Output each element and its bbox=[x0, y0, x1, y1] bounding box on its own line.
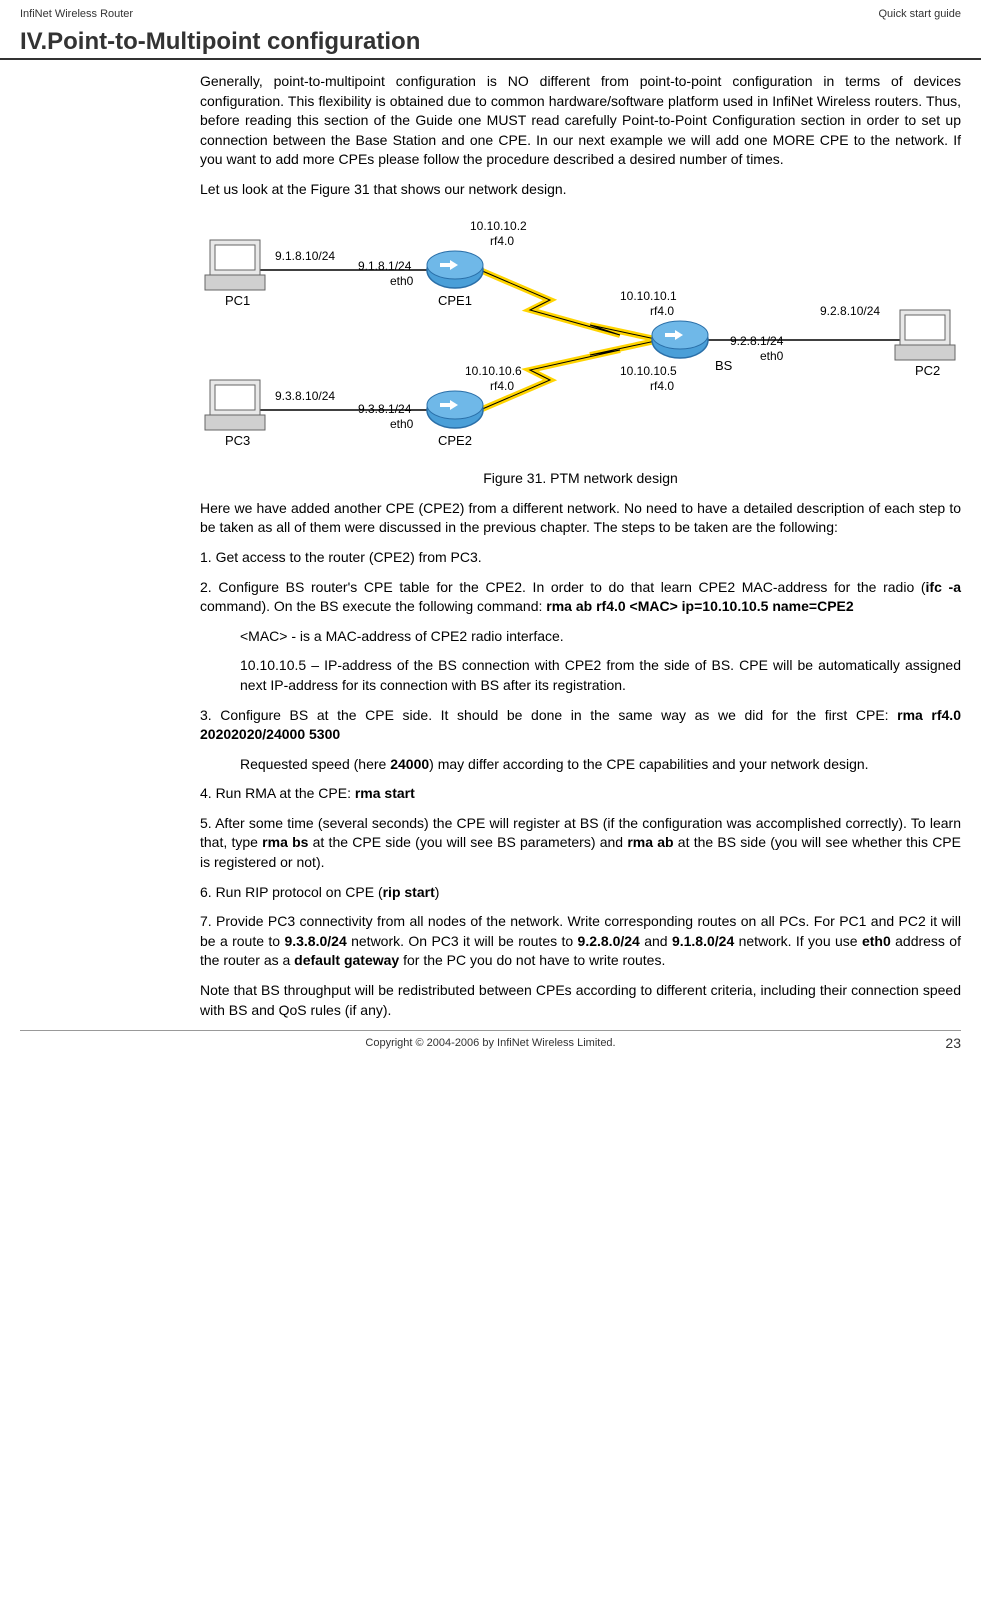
eth0-label-2: eth0 bbox=[760, 349, 784, 363]
cpe2-label: CPE2 bbox=[438, 433, 472, 448]
page-header: InfiNet Wireless Router Quick start guid… bbox=[0, 0, 981, 24]
ip-pc2: 9.2.8.10/24 bbox=[820, 304, 880, 318]
step-7: 7. Provide PC3 connectivity from all nod… bbox=[200, 912, 961, 971]
speed-value: 24000 bbox=[390, 756, 429, 772]
page-footer: Copyright © 2004-2006 by InfiNet Wireles… bbox=[0, 1031, 981, 1061]
step-2: 2. Configure BS router's CPE table for t… bbox=[200, 578, 961, 617]
step-3: 3. Configure BS at the CPE side. It shou… bbox=[200, 706, 961, 745]
figure-network-diagram: PC1 9.1.8.10/24 CPE1 9.1.8.1/24 eth0 10.… bbox=[200, 210, 961, 489]
paragraph-intro: Generally, point-to-multipoint configura… bbox=[200, 72, 961, 170]
ip-bs-rf-top: 10.10.10.1 bbox=[620, 289, 677, 303]
cpe1-label: CPE1 bbox=[438, 293, 472, 308]
rf40-label-3: rf4.0 bbox=[490, 379, 514, 393]
footer-page-number: 23 bbox=[921, 1035, 961, 1051]
net-928: 9.2.8.0/24 bbox=[578, 933, 640, 949]
pc1-label: PC1 bbox=[225, 293, 250, 308]
step-2-note-ip: 10.10.10.5 – IP-address of the BS connec… bbox=[240, 656, 961, 695]
ip-bs-rf-bot: 10.10.10.5 bbox=[620, 364, 677, 378]
network-diagram-svg: PC1 9.1.8.10/24 CPE1 9.1.8.1/24 eth0 10.… bbox=[200, 210, 960, 460]
pc1-icon bbox=[205, 240, 265, 290]
cmd-ifc: ifc -a bbox=[926, 579, 961, 595]
step-3-note: Requested speed (here 24000) may differ … bbox=[240, 755, 961, 775]
step-5: 5. After some time (several seconds) the… bbox=[200, 814, 961, 873]
step-6: 6. Run RIP protocol on CPE (rip start) bbox=[200, 883, 961, 903]
step-2-note-mac: <MAC> - is a MAC-address of CPE2 radio i… bbox=[240, 627, 961, 647]
ip-cpe1-rf: 10.10.10.2 bbox=[470, 219, 527, 233]
rf40-label-2: rf4.0 bbox=[650, 304, 674, 318]
bs-label: BS bbox=[715, 358, 733, 373]
cpe2-router-icon bbox=[427, 391, 483, 428]
rf40-label-4: rf4.0 bbox=[650, 379, 674, 393]
paragraph-added-cpe: Here we have added another CPE (CPE2) fr… bbox=[200, 499, 961, 538]
cmd-rma-bs: rma bs bbox=[262, 834, 308, 850]
header-left: InfiNet Wireless Router bbox=[20, 8, 133, 20]
paragraph-figref: Let us look at the Figure 31 that shows … bbox=[200, 180, 961, 200]
section-heading: IV.Point-to-Multipoint configuration bbox=[0, 24, 981, 60]
ip-bs-eth: 9.2.8.1/24 bbox=[730, 334, 784, 348]
ip-pc3: 9.3.8.10/24 bbox=[275, 389, 335, 403]
pc2-icon bbox=[895, 310, 955, 360]
cmd-rma-start: rma start bbox=[355, 785, 415, 801]
cpe1-router-icon bbox=[427, 251, 483, 288]
ip-cpe2-rf: 10.10.10.6 bbox=[465, 364, 522, 378]
cmd-rip-start: rip start bbox=[383, 884, 435, 900]
footer-copyright: Copyright © 2004-2006 by InfiNet Wireles… bbox=[60, 1037, 921, 1049]
net-918: 9.1.8.0/24 bbox=[672, 933, 734, 949]
content-body: Generally, point-to-multipoint configura… bbox=[0, 72, 981, 1020]
eth0-label-1: eth0 bbox=[390, 274, 414, 288]
figure-caption: Figure 31. PTM network design bbox=[200, 469, 961, 489]
eth0-bold: eth0 bbox=[862, 933, 891, 949]
step-1: 1. Get access to the router (CPE2) from … bbox=[200, 548, 961, 568]
rf40-label-1: rf4.0 bbox=[490, 234, 514, 248]
pc2-label: PC2 bbox=[915, 363, 940, 378]
default-gateway: default gateway bbox=[294, 952, 399, 968]
cmd-rma-ab-check: rma ab bbox=[627, 834, 673, 850]
paragraph-throughput: Note that BS throughput will be redistri… bbox=[200, 981, 961, 1020]
ip-pc1: 9.1.8.10/24 bbox=[275, 249, 335, 263]
ip-cpe1-eth: 9.1.8.1/24 bbox=[358, 259, 412, 273]
pc3-label: PC3 bbox=[225, 433, 250, 448]
pc3-icon bbox=[205, 380, 265, 430]
net-938: 9.3.8.0/24 bbox=[284, 933, 346, 949]
cmd-rma-ab: rma ab rf4.0 <MAC> ip=10.10.10.5 name=CP… bbox=[546, 598, 853, 614]
step-4: 4. Run RMA at the CPE: rma start bbox=[200, 784, 961, 804]
ip-cpe2-eth: 9.3.8.1/24 bbox=[358, 402, 412, 416]
eth0-label-3: eth0 bbox=[390, 417, 414, 431]
header-right: Quick start guide bbox=[878, 8, 961, 20]
bs-router-icon bbox=[652, 321, 708, 358]
